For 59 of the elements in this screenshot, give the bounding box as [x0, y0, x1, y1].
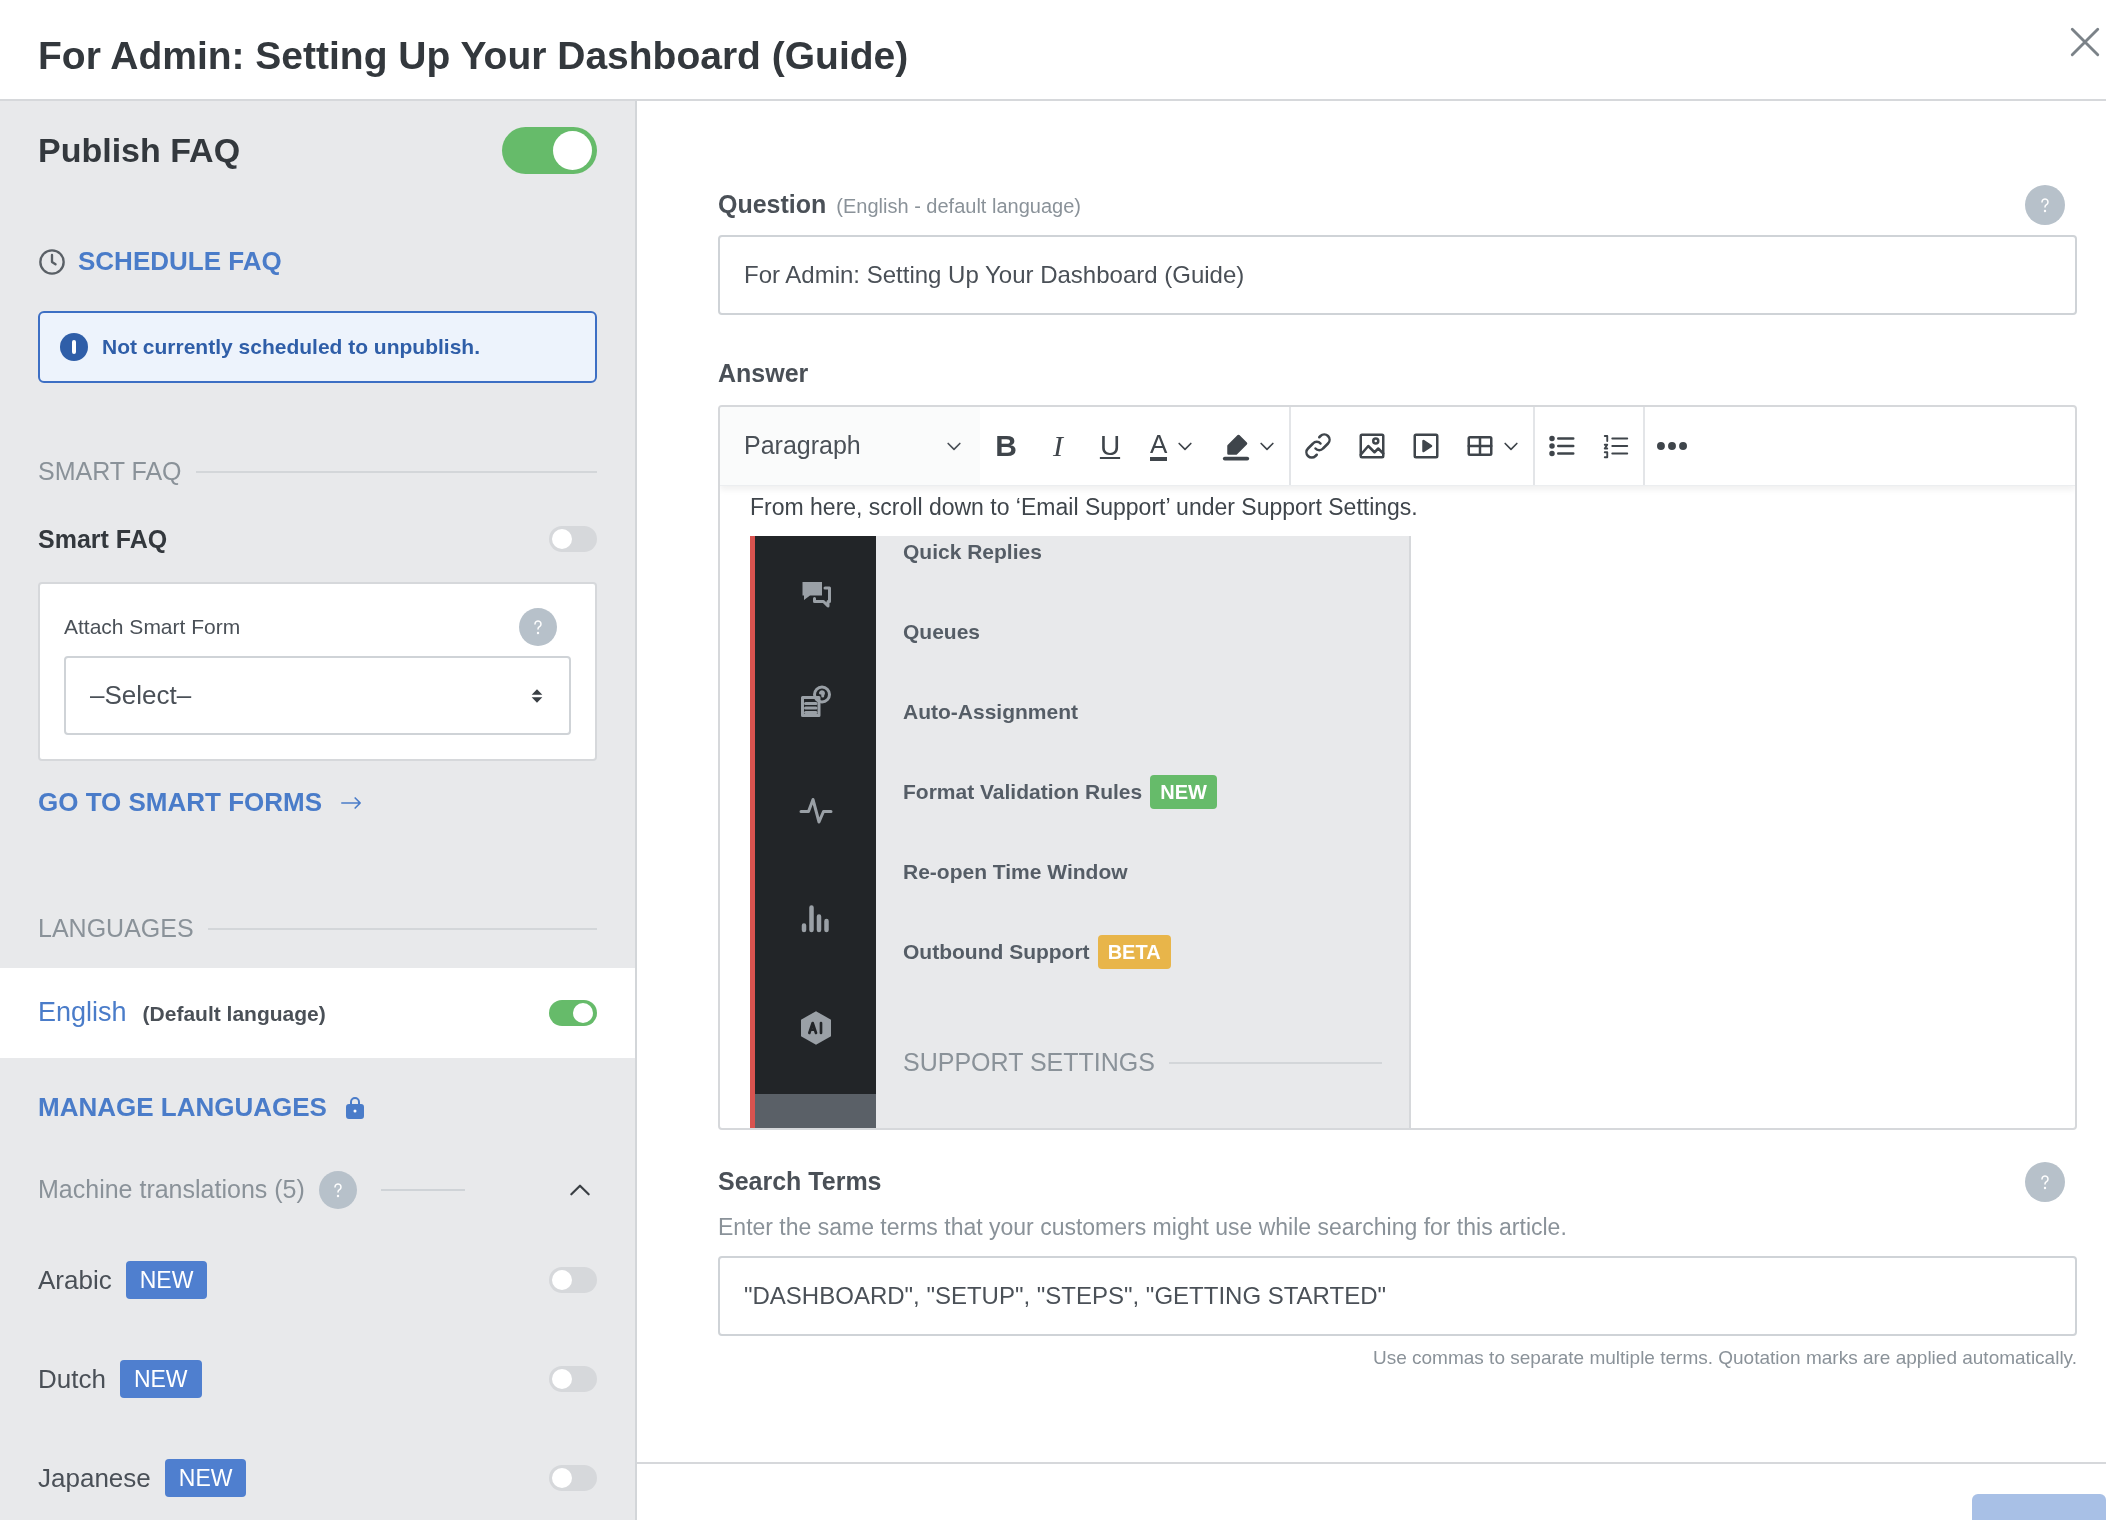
- section-heading: SUPPORT SETTINGS: [903, 1047, 1155, 1078]
- underline-button[interactable]: U: [1084, 406, 1136, 485]
- status-badge: BETA: [1097, 935, 1171, 969]
- help-icon[interactable]: [2025, 185, 2065, 225]
- toggle-switch[interactable]: [549, 1366, 597, 1392]
- help-icon[interactable]: [2025, 1161, 2065, 1202]
- answer-text: From here, scroll down to ‘Email Support’ under Support Settings.: [750, 492, 1419, 522]
- field-description: Enter the same terms that your customers might use while searching for this article.: [718, 1212, 1568, 1242]
- language-name: Dutch: [38, 1362, 106, 1396]
- clock-icon: [38, 247, 66, 276]
- toggle-switch[interactable]: [502, 127, 597, 174]
- section-heading: LANGUAGES: [38, 913, 194, 944]
- new-badge: NEW: [125, 1260, 208, 1300]
- question-input[interactable]: For Admin: Setting Up Your Dashboard (Guide): [718, 235, 2077, 315]
- new-badge: NEW: [164, 1458, 247, 1498]
- menu-item: Quick Replies: [903, 539, 1042, 566]
- menu-item: Re-open Time Window: [903, 859, 1128, 886]
- publish-label: Publish FAQ: [38, 130, 241, 171]
- menu-item: Queues: [903, 619, 981, 646]
- toggle-switch[interactable]: [549, 526, 597, 553]
- toggle-switch[interactable]: [549, 1465, 597, 1491]
- field-note: (English - default language): [836, 194, 1081, 220]
- field-label: Answer: [718, 358, 810, 389]
- block-format-dropdown[interactable]: Paragraph: [720, 406, 980, 485]
- field-label: Search Terms: [718, 1165, 882, 1197]
- select-field[interactable]: –Select–: [64, 656, 571, 735]
- more-icon: [1657, 441, 1688, 450]
- section-heading: SMART FAQ: [38, 456, 182, 487]
- exclamation-icon: [60, 333, 88, 361]
- language-name: Arabic: [38, 1263, 112, 1297]
- question-mark-icon: [331, 1181, 344, 1198]
- menu-item: Format Validation Rules: [903, 779, 1143, 806]
- menu-item: Auto-Assignment: [903, 699, 1078, 726]
- smart-faq-label: Smart FAQ: [38, 523, 168, 555]
- language-name[interactable]: English: [38, 992, 127, 1033]
- search-terms-input[interactable]: "DASHBOARD", "SETUP", "STEPS", "GETTING STARTED": [718, 1256, 2077, 1336]
- field-label: Attach Smart Form: [64, 614, 241, 641]
- dialog-title: For Admin: Setting Up Your Dashboard (Guide): [38, 33, 909, 80]
- machine-translations-label: Machine translations (5): [38, 1173, 305, 1205]
- language-note: (Default language): [142, 1001, 326, 1028]
- language-name: Japanese: [38, 1461, 151, 1495]
- help-icon[interactable]: [318, 1170, 357, 1209]
- help-icon[interactable]: [519, 608, 557, 646]
- notice-text: Not currently scheduled to unpublish.: [102, 334, 481, 361]
- status-badge: NEW: [1150, 775, 1217, 809]
- field-label: Question: [718, 189, 827, 221]
- question-mark-icon: [2039, 197, 2051, 213]
- toggle-switch[interactable]: [549, 999, 597, 1026]
- menu-item: Outbound Support: [903, 939, 1090, 966]
- new-badge: NEW: [119, 1359, 202, 1399]
- question-mark-icon: [2039, 1173, 2051, 1190]
- text-color-button[interactable]: A: [1136, 406, 1210, 485]
- toggle-switch[interactable]: [549, 1267, 597, 1293]
- question-mark-icon: [532, 619, 544, 635]
- field-hint: Use commas to separate multiple terms. Quotation marks are applied automatically.: [1373, 1346, 2077, 1370]
- rich-text-editor[interactable]: [718, 404, 2077, 1130]
- bold-button[interactable]: B: [980, 406, 1032, 485]
- italic-button[interactable]: I: [1032, 406, 1084, 485]
- link-icon: [1303, 430, 1334, 461]
